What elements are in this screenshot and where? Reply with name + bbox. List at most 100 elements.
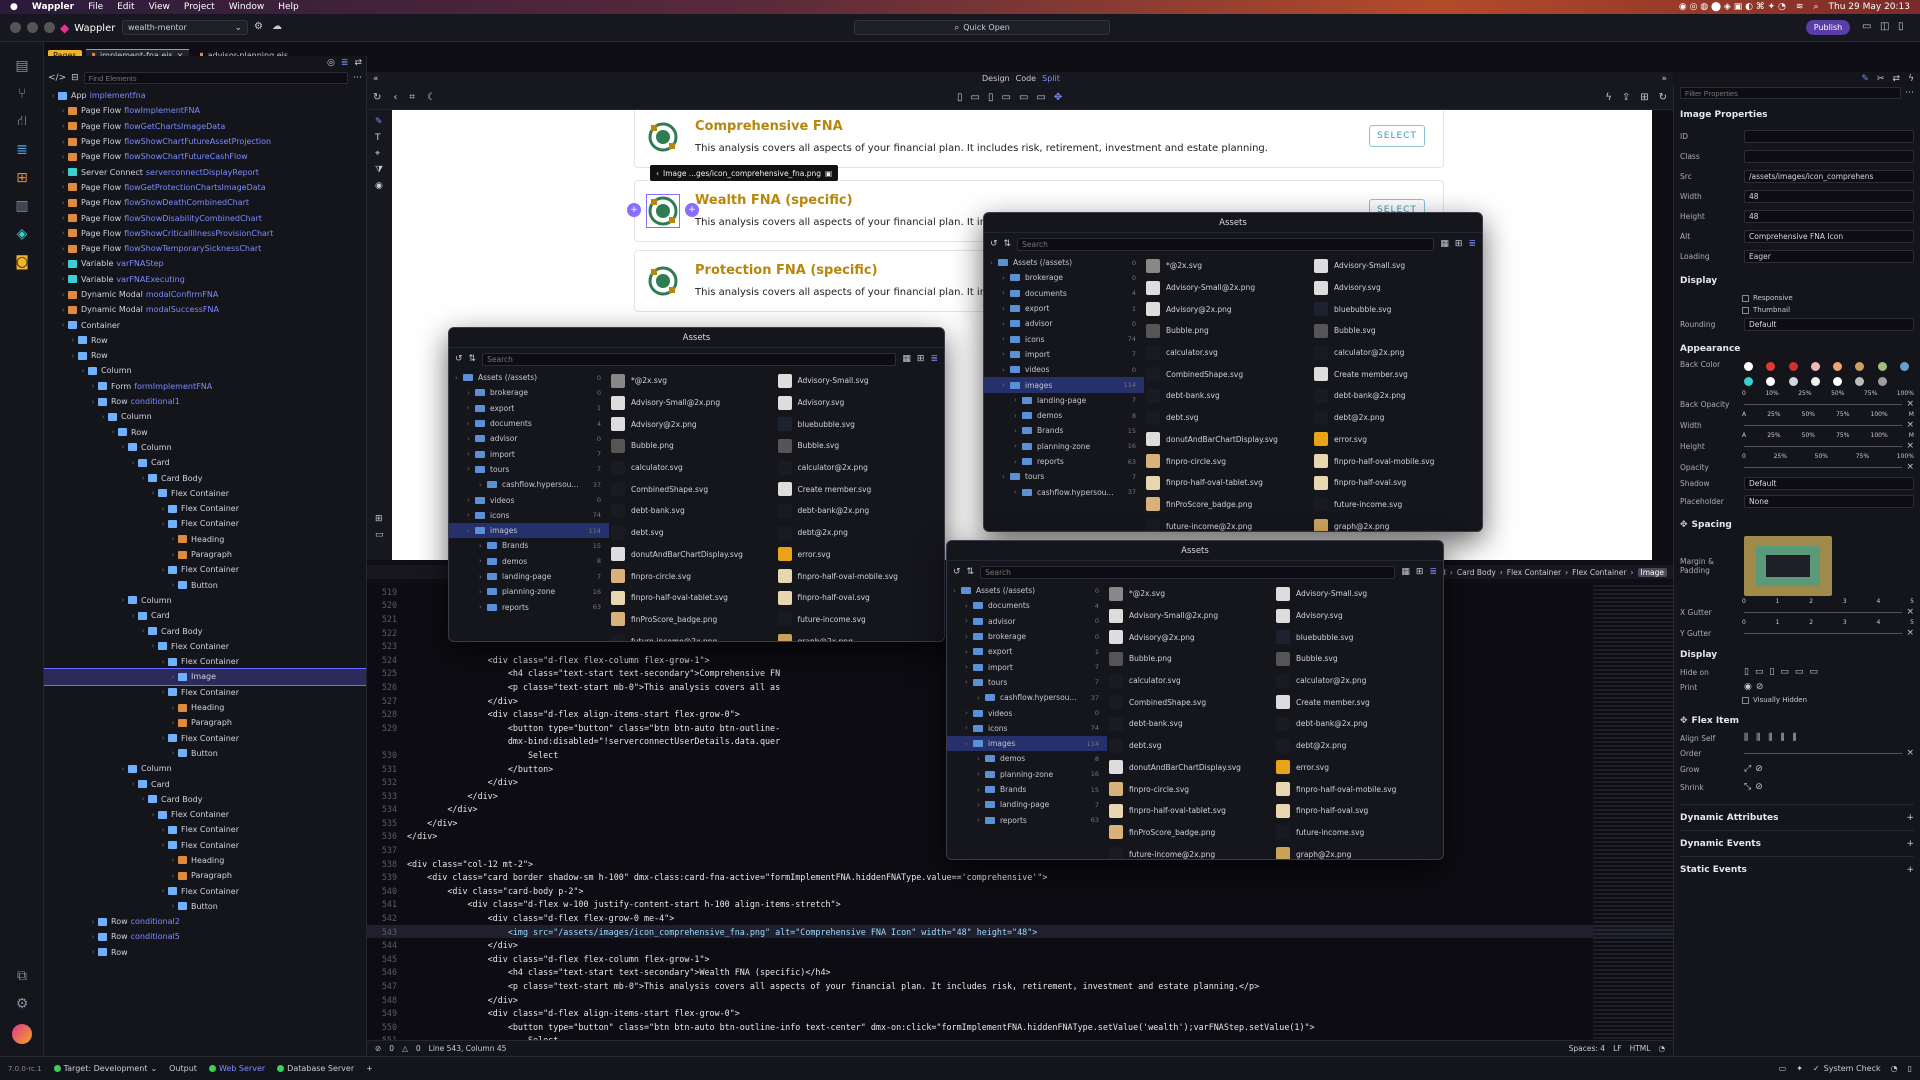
terminal-icon[interactable]: ▭ xyxy=(1779,1064,1787,1073)
asset-file[interactable]: CombinedShape.svg xyxy=(1146,363,1314,385)
project-select[interactable]: wealth-mentor ⌄ xyxy=(122,20,248,35)
component-icon[interactable]: ⊟ xyxy=(71,73,79,83)
chevron-right-icon[interactable]: › xyxy=(953,587,961,595)
more-icon[interactable]: ⋯ xyxy=(1905,88,1914,98)
tree-node[interactable]: › Page Flow flowShowTemporarySicknessChart xyxy=(44,241,366,256)
filter-icon[interactable]: ⧩ xyxy=(375,162,384,178)
app-menu[interactable]: Wappler xyxy=(32,2,74,12)
stats-icon[interactable]: ▥ xyxy=(0,192,44,220)
tree-node[interactable]: › Flex Container xyxy=(44,501,366,516)
chevron-right-icon[interactable]: › xyxy=(168,719,178,727)
chevron-right-icon[interactable]: › xyxy=(479,573,487,581)
color-swatch[interactable] xyxy=(1833,362,1842,371)
asset-folder[interactable]: › Assets (/assets) 0 xyxy=(947,583,1107,598)
tree-node[interactable]: › Page Flow flowShowChartFutureCashFlow xyxy=(44,149,366,164)
chevron-right-icon[interactable]: › xyxy=(88,382,98,390)
chevron-right-icon[interactable]: › xyxy=(977,770,985,778)
asset-file[interactable]: bluebubble.svg xyxy=(1276,626,1443,648)
chevron-right-icon[interactable]: › xyxy=(467,420,475,428)
chevron-right-icon[interactable]: › xyxy=(128,780,138,788)
chevron-right-icon[interactable]: › xyxy=(1014,427,1022,435)
breadcrumb-item[interactable]: Flex Container xyxy=(1572,568,1626,577)
assets-window-1[interactable]: Assets ↺ ⇅ Search ▦ ⊞ ≣ › Assets (/assets… xyxy=(448,327,945,642)
tree-node[interactable]: › Dynamic Modal modalSuccessFNA xyxy=(44,302,366,317)
height-slider[interactable] xyxy=(1744,445,1903,447)
chevron-right-icon[interactable]: › xyxy=(990,259,998,267)
chevron-right-icon[interactable]: › xyxy=(1002,381,1010,389)
asset-file[interactable]: debt.svg xyxy=(1146,407,1314,429)
tree-node[interactable]: › Flex Container xyxy=(44,838,366,853)
target-selector[interactable]: Target: Development ⌄ xyxy=(53,1064,157,1073)
more-icon[interactable]: ⋯ xyxy=(353,73,362,83)
grid-icon[interactable]: ⊞ xyxy=(1640,92,1648,103)
tree-node[interactable]: › Flex Container xyxy=(44,562,366,577)
chevron-right-icon[interactable]: › xyxy=(158,520,168,528)
asset-file[interactable]: debt@2x.png xyxy=(777,522,945,544)
chevron-right-icon[interactable]: › xyxy=(965,617,973,625)
menu-view[interactable]: View xyxy=(149,2,170,12)
language-mode[interactable]: HTML xyxy=(1630,1044,1651,1053)
color-swatch[interactable] xyxy=(1788,377,1798,386)
align-self-icons[interactable]: ⫼⫼⫼⫼⫼ xyxy=(1744,733,1805,743)
chevron-right-icon[interactable]: › xyxy=(1002,335,1010,343)
code-toggle-icon[interactable]: </> xyxy=(48,73,66,83)
asset-file[interactable]: calculator@2x.png xyxy=(1314,342,1482,364)
chevron-right-icon[interactable]: › xyxy=(58,168,68,176)
tree-node[interactable]: › Page Flow flowShowCriticalIllnessProvisi… xyxy=(44,226,366,241)
chevron-right-icon[interactable]: › xyxy=(58,138,68,146)
history-icon[interactable]: ↺ xyxy=(990,239,998,249)
chevron-right-icon[interactable]: › xyxy=(168,551,178,559)
tree-node[interactable]: › Card xyxy=(44,455,366,470)
eye-off-icon[interactable]: ⊘ xyxy=(1756,682,1764,692)
code-line[interactable]: 549 <div class="d-flex align-items-start… xyxy=(367,1006,1673,1020)
chevron-right-icon[interactable]: › xyxy=(467,404,475,412)
asset-folder[interactable]: › reports 63 xyxy=(449,599,609,614)
color-swatch[interactable] xyxy=(1855,377,1865,386)
asset-file[interactable]: debt@2x.png xyxy=(1314,407,1482,429)
asset-folder[interactable]: › planning-zone 16 xyxy=(984,439,1144,454)
asset-folder[interactable]: › videos 0 xyxy=(984,362,1144,377)
chevron-right-icon[interactable]: › xyxy=(108,428,118,436)
x-gutter-slider[interactable] xyxy=(1744,611,1903,613)
user-avatar-icon[interactable] xyxy=(0,1020,44,1048)
asset-file[interactable]: debt-bank@2x.png xyxy=(1314,385,1482,407)
asset-file[interactable]: debt-bank@2x.png xyxy=(777,500,945,522)
tree-node[interactable]: › Form formImplementFNA xyxy=(44,379,366,394)
quick-open-button[interactable]: ⌕ Quick Open xyxy=(854,20,1110,35)
asset-folder[interactable]: › export 1 xyxy=(984,301,1144,316)
edit-icon[interactable]: ✎ xyxy=(1861,74,1869,84)
chevron-right-icon[interactable]: › xyxy=(1002,274,1010,282)
assets-window-2[interactable]: Assets ↺ ⇅ Search ▦ ⊞ ≣ › Assets (/assets… xyxy=(983,212,1483,532)
chevron-right-icon[interactable]: › xyxy=(78,367,88,375)
chevron-right-icon[interactable]: › xyxy=(158,826,168,834)
code-line[interactable]: 550 <button type="button" class="btn btn… xyxy=(367,1020,1673,1034)
tree-node[interactable]: › Flex Container xyxy=(44,730,366,745)
color-swatch[interactable] xyxy=(1766,377,1776,386)
asset-file[interactable]: future-income@2x.png xyxy=(1109,843,1276,859)
asset-folder[interactable]: › icons 74 xyxy=(947,721,1107,736)
chevron-right-icon[interactable]: › xyxy=(1002,473,1010,481)
chevron-right-icon[interactable]: › xyxy=(1002,289,1010,297)
tree-node[interactable]: › Button xyxy=(44,899,366,914)
asset-file[interactable]: Bubble.svg xyxy=(777,435,945,457)
asset-folder[interactable]: › cashflow.hypersou... 37 xyxy=(449,477,609,492)
tree-node[interactable]: › Flex Container xyxy=(44,516,366,531)
chevron-right-icon[interactable]: › xyxy=(158,734,168,742)
asset-folder[interactable]: › reports 63 xyxy=(947,812,1107,827)
asset-file[interactable]: finProScore_badge.png xyxy=(611,609,778,631)
sort-icon[interactable]: ⇅ xyxy=(967,567,975,577)
chevron-right-icon[interactable]: › xyxy=(68,352,78,360)
pin-icon[interactable]: ⌖ xyxy=(375,146,384,162)
mobile-icon[interactable]: ▯ xyxy=(957,92,963,103)
code-line[interactable]: 543 <img src="/assets/images/icon_compre… xyxy=(367,924,1673,939)
chevron-right-icon[interactable]: › xyxy=(977,816,985,824)
asset-folder[interactable]: › documents 4 xyxy=(449,416,609,431)
asset-file[interactable]: debt.svg xyxy=(611,522,778,544)
asset-file[interactable]: error.svg xyxy=(1276,757,1443,779)
clear-icon[interactable]: × xyxy=(1906,628,1914,638)
chevron-right-icon[interactable]: › xyxy=(58,260,68,268)
split-view-tab[interactable]: Split xyxy=(1042,74,1060,83)
chevron-right-icon[interactable]: › xyxy=(58,306,68,314)
tree-node[interactable]: › Heading xyxy=(44,700,366,715)
chevron-right-icon[interactable]: › xyxy=(467,435,475,443)
